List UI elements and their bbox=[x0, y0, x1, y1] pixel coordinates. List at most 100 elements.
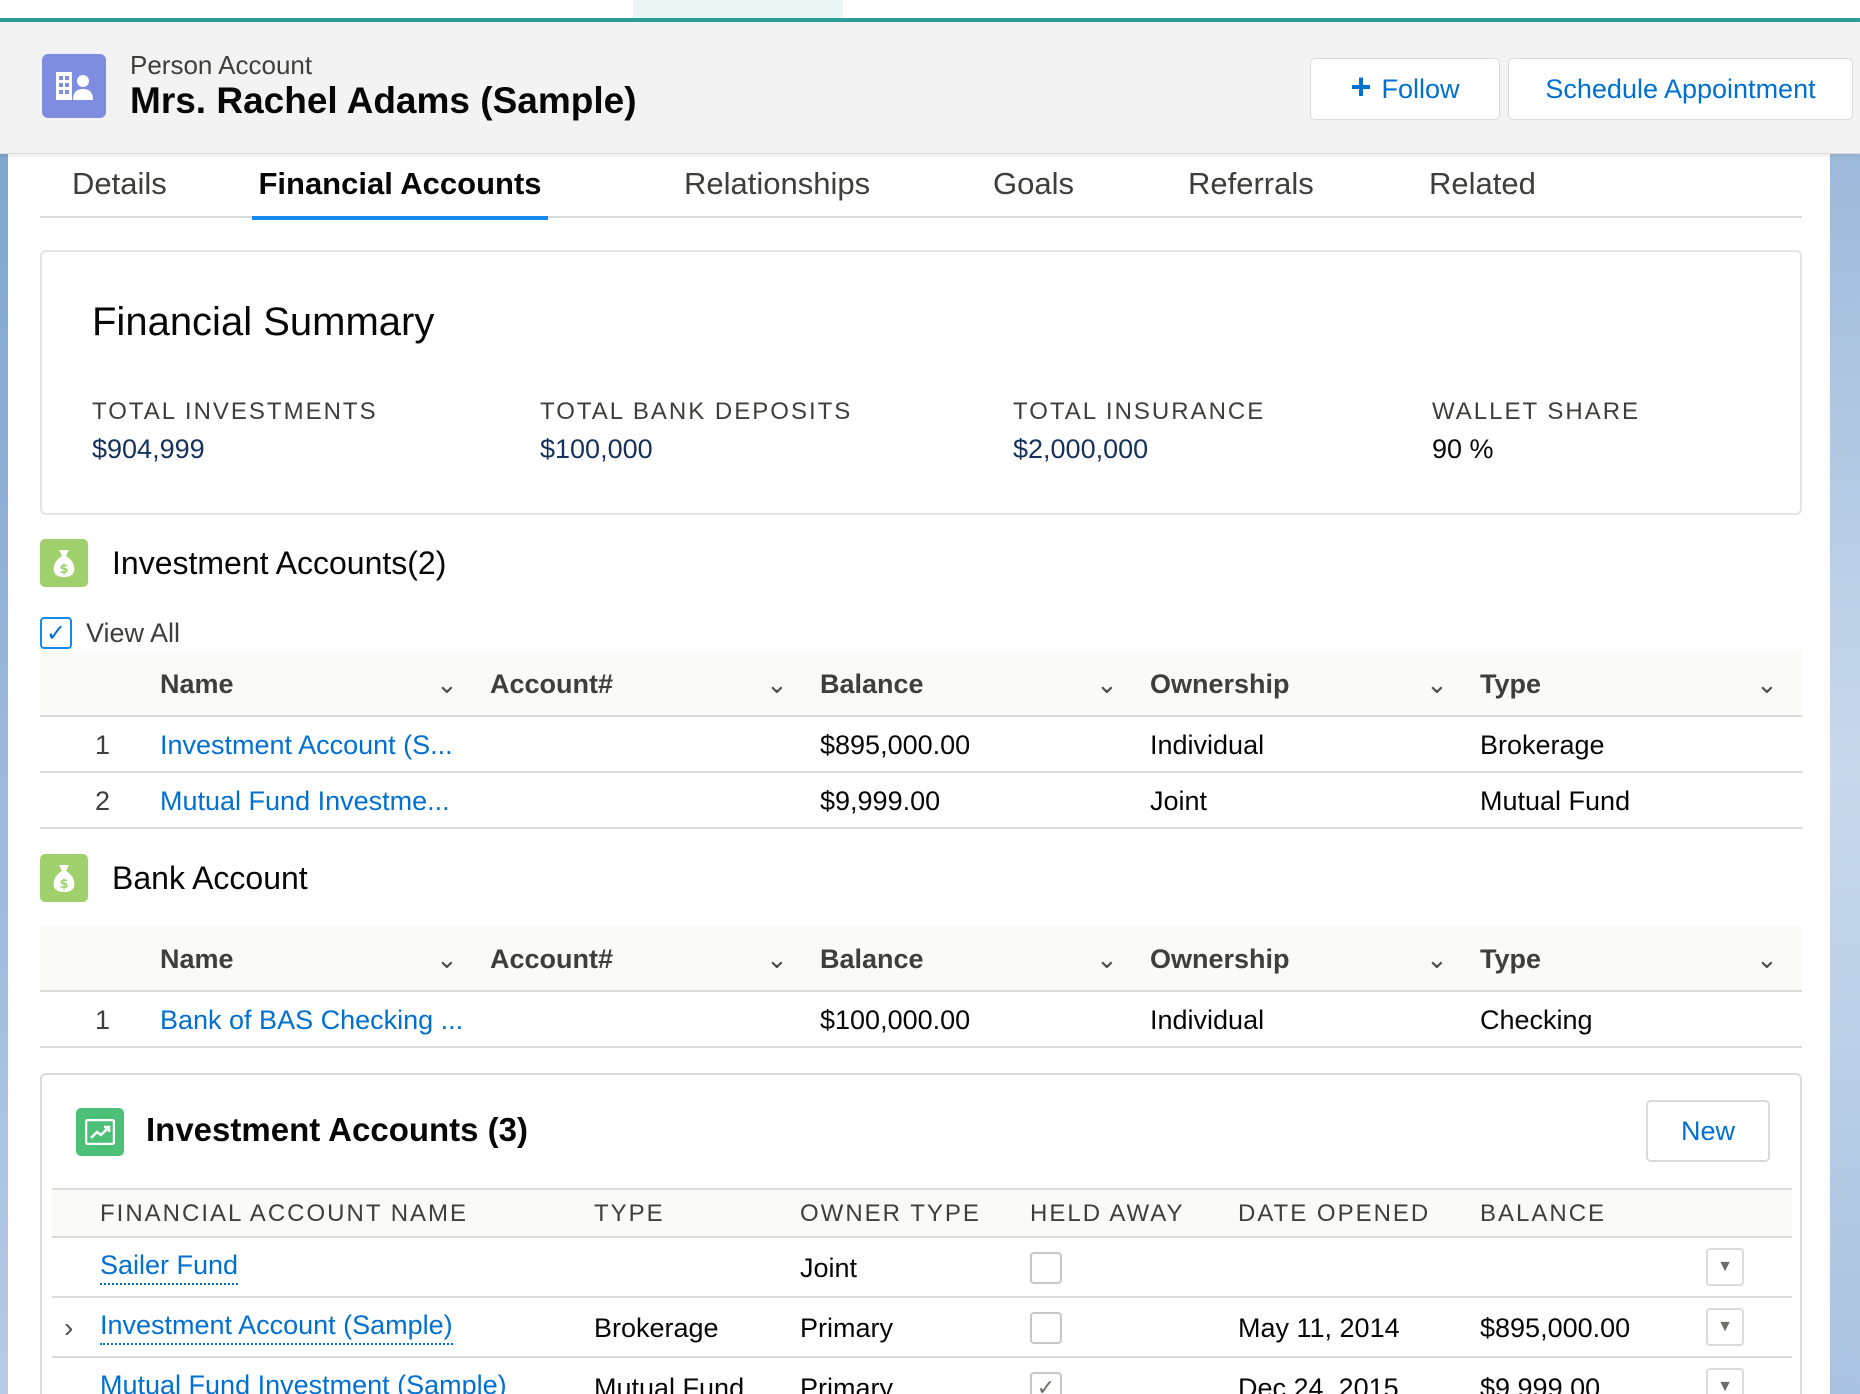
table-row: › Investment Account (Sample) Brokerage … bbox=[52, 1298, 1792, 1358]
column-header-owner-type[interactable]: OWNER TYPE bbox=[800, 1190, 981, 1238]
held-away-cell: ✓ bbox=[1030, 1358, 1062, 1394]
column-header-financial-account-name[interactable]: FINANCIAL ACCOUNT NAME bbox=[100, 1190, 468, 1238]
tab-goals[interactable]: Goals bbox=[993, 150, 1074, 218]
held-away-checkbox bbox=[1030, 1252, 1062, 1284]
svg-text:$: $ bbox=[59, 877, 68, 892]
related-list-header: FINANCIAL ACCOUNT NAME TYPE OWNER TYPE H… bbox=[52, 1188, 1792, 1238]
account-name-link[interactable]: Investment Account (S... bbox=[160, 717, 453, 773]
column-header-ownership[interactable]: Ownership bbox=[1150, 651, 1290, 717]
column-header-type[interactable]: Type bbox=[1480, 926, 1541, 992]
chevron-right-icon[interactable]: › bbox=[64, 1298, 73, 1358]
column-header-account-number[interactable]: Account# bbox=[490, 926, 613, 992]
row-number: 1 bbox=[95, 1004, 111, 1035]
table-row: 1 Investment Account (S... $895,000.00 I… bbox=[40, 717, 1802, 773]
column-header-type[interactable]: Type bbox=[1480, 651, 1541, 717]
money-bag-icon: $ bbox=[40, 854, 88, 902]
held-away-checkbox-checked: ✓ bbox=[1030, 1372, 1062, 1394]
balance: $895,000.00 bbox=[1480, 1312, 1631, 1343]
svg-text:$: $ bbox=[59, 562, 68, 577]
down-triangle-icon[interactable]: ▼ bbox=[1706, 1248, 1744, 1286]
chevron-down-icon[interactable]: ⌄ bbox=[766, 926, 788, 992]
view-all-control[interactable]: ✓ View All bbox=[40, 617, 180, 649]
chevron-down-icon[interactable]: ⌄ bbox=[1096, 651, 1118, 717]
column-header-type[interactable]: TYPE bbox=[594, 1190, 665, 1238]
follow-button[interactable]: + Follow bbox=[1310, 58, 1500, 120]
related-list-title: Investment Accounts (3) bbox=[146, 1111, 529, 1148]
bank-account-heading: $ Bank Account bbox=[40, 854, 308, 902]
schedule-appointment-button[interactable]: Schedule Appointment bbox=[1508, 58, 1853, 120]
stat-value: $904,999 bbox=[92, 434, 205, 464]
column-header-balance[interactable]: BALANCE bbox=[1480, 1190, 1606, 1238]
page-background-right bbox=[1830, 150, 1860, 1394]
balance: $9,999.00 bbox=[820, 785, 941, 816]
ownership: Individual bbox=[1150, 1004, 1265, 1035]
held-away-checkbox bbox=[1030, 1312, 1062, 1344]
financial-account-link[interactable]: Investment Account (Sample) bbox=[100, 1310, 453, 1345]
stat-label: TOTAL INVESTMENTS bbox=[92, 398, 378, 425]
ownership: Joint bbox=[1150, 785, 1208, 816]
chevron-down-icon[interactable]: ⌄ bbox=[1426, 651, 1448, 717]
owner-type: Primary bbox=[800, 1372, 893, 1394]
column-header-name[interactable]: Name bbox=[160, 926, 234, 992]
account-name-link[interactable]: Mutual Fund Investme... bbox=[160, 773, 450, 829]
stat-label: WALLET SHARE bbox=[1432, 398, 1641, 425]
tab-financial-accounts[interactable]: Financial Accounts bbox=[252, 150, 548, 220]
chevron-down-icon[interactable]: ⌄ bbox=[1096, 926, 1118, 992]
column-header-date-opened[interactable]: DATE OPENED bbox=[1238, 1190, 1430, 1238]
chevron-down-icon[interactable]: ⌄ bbox=[1756, 926, 1778, 992]
chevron-down-icon[interactable]: ⌄ bbox=[1426, 926, 1448, 992]
money-bag-icon: $ bbox=[40, 539, 88, 587]
view-all-checkbox[interactable]: ✓ bbox=[40, 617, 72, 649]
account-type: Brokerage bbox=[594, 1312, 719, 1343]
row-number: 1 bbox=[95, 729, 111, 760]
chevron-down-icon[interactable]: ⌄ bbox=[436, 926, 458, 992]
column-header-held-away[interactable]: HELD AWAY bbox=[1030, 1190, 1184, 1238]
record-title: Mrs. Rachel Adams (Sample) bbox=[130, 80, 637, 121]
new-button[interactable]: New bbox=[1646, 1100, 1770, 1162]
bank-account-title: Bank Account bbox=[112, 859, 308, 896]
investment-accounts-related-list: Investment Accounts (3) New FINANCIAL AC… bbox=[40, 1073, 1802, 1394]
column-header-account-number[interactable]: Account# bbox=[490, 651, 613, 717]
chevron-down-icon[interactable]: ⌄ bbox=[766, 651, 788, 717]
person-account-icon bbox=[42, 54, 106, 118]
down-triangle-icon[interactable]: ▼ bbox=[1706, 1308, 1744, 1346]
date-opened: May 11, 2014 bbox=[1238, 1312, 1400, 1343]
financial-account-link[interactable]: Mutual Fund Investment (Sample) bbox=[100, 1370, 507, 1394]
bank-account-table: Name ⌄ Account# ⌄ Balance ⌄ Ownership ⌄ … bbox=[40, 926, 1802, 1048]
stat-total-investments: TOTAL INVESTMENTS $904,999 bbox=[92, 398, 378, 465]
record-header: Person Account Mrs. Rachel Adams (Sample… bbox=[0, 22, 1860, 154]
stat-value: $100,000 bbox=[540, 434, 653, 464]
column-header-balance[interactable]: Balance bbox=[820, 926, 924, 992]
tab-relationships[interactable]: Relationships bbox=[684, 150, 870, 218]
stat-total-bank-deposits: TOTAL BANK DEPOSITS $100,000 bbox=[540, 398, 852, 465]
tab-related[interactable]: Related bbox=[1429, 150, 1536, 218]
stat-value: $2,000,000 bbox=[1013, 434, 1149, 464]
stat-label: TOTAL BANK DEPOSITS bbox=[540, 398, 853, 425]
tab-referrals[interactable]: Referrals bbox=[1188, 150, 1314, 218]
browser-tab-strip bbox=[0, 0, 1860, 22]
line-chart-icon bbox=[76, 1108, 124, 1156]
stat-value: 90 % bbox=[1432, 434, 1494, 464]
investment-accounts-table: Name ⌄ Account# ⌄ Balance ⌄ Ownership ⌄ … bbox=[40, 651, 1802, 829]
chevron-down-icon[interactable]: ⌄ bbox=[436, 651, 458, 717]
table-row: 1 Bank of BAS Checking ... $100,000.00 I… bbox=[40, 992, 1802, 1048]
stat-total-insurance: TOTAL INSURANCE $2,000,000 bbox=[1013, 398, 1265, 465]
tab-details[interactable]: Details bbox=[72, 150, 167, 218]
owner-type: Joint bbox=[800, 1252, 858, 1283]
row-number: 2 bbox=[95, 785, 111, 816]
column-header-balance[interactable]: Balance bbox=[820, 651, 924, 717]
financial-account-link[interactable]: Sailer Fund bbox=[100, 1250, 239, 1285]
stat-label: TOTAL INSURANCE bbox=[1013, 398, 1266, 425]
down-triangle-icon[interactable]: ▼ bbox=[1706, 1368, 1744, 1394]
owner-type: Primary bbox=[800, 1312, 893, 1343]
balance: $9,999.00 bbox=[1480, 1372, 1601, 1394]
account-name-link[interactable]: Bank of BAS Checking ... bbox=[160, 992, 463, 1048]
chevron-down-icon[interactable]: ⌄ bbox=[1756, 651, 1778, 717]
type: Brokerage bbox=[1480, 729, 1605, 760]
financial-summary-title: Financial Summary bbox=[92, 300, 435, 344]
type: Checking bbox=[1480, 1004, 1593, 1035]
column-header-name[interactable]: Name bbox=[160, 651, 234, 717]
browser-tab-highlight bbox=[633, 0, 843, 20]
column-header-ownership[interactable]: Ownership bbox=[1150, 926, 1290, 992]
account-type: Mutual Fund bbox=[594, 1372, 745, 1394]
